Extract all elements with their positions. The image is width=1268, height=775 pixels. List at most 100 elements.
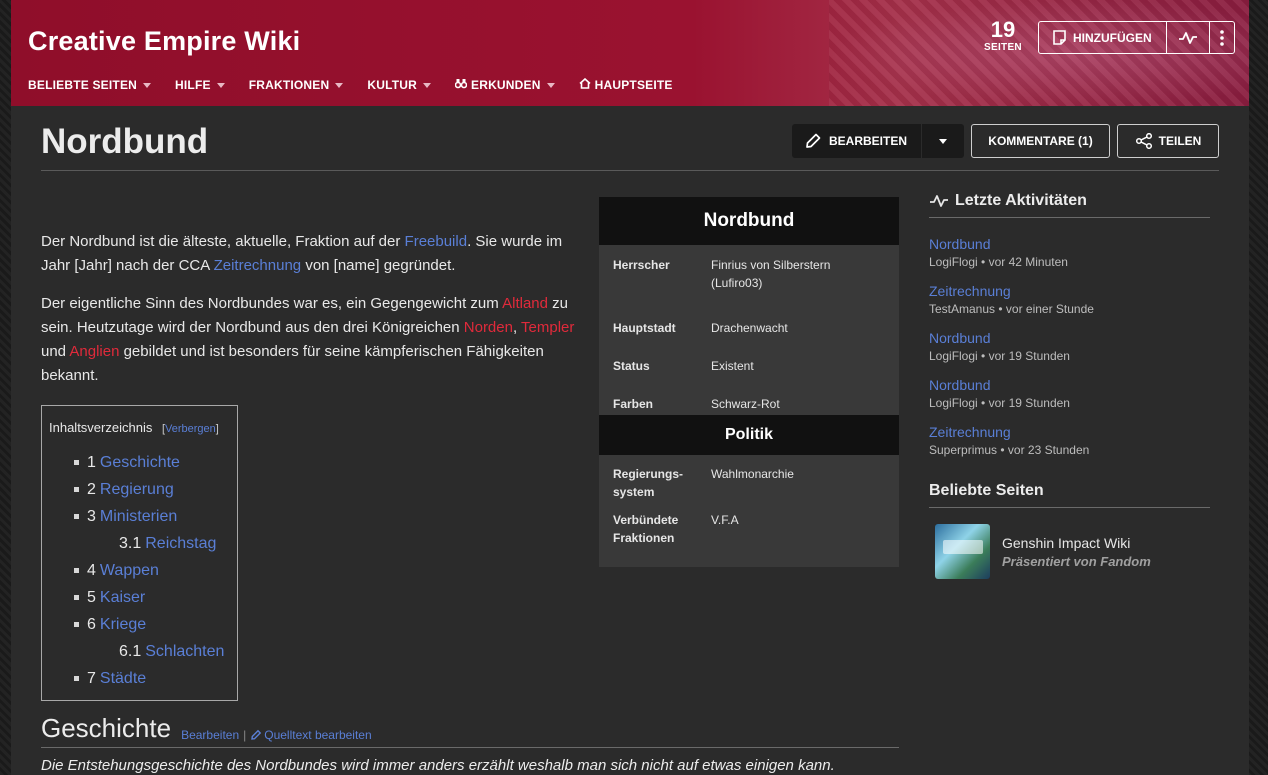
infobox-row: Verbündete Fraktionen V.F.A (599, 511, 899, 547)
activity-link[interactable]: Zeitrechnung (929, 424, 1210, 441)
main-nav: BELIEBTE SEITEN HILFE FRAKTIONEN KULTUR … (28, 77, 697, 92)
toc-number: 4 (87, 561, 96, 579)
site-title[interactable]: Creative Empire Wiki (28, 26, 300, 57)
popular-pages-title: Beliebte Seiten (929, 482, 1044, 499)
bullet-icon (74, 514, 79, 519)
activity-link[interactable]: Nordbund (929, 377, 1210, 394)
content-panel: Nordbund BEARBEITEN KOMMENTARE (1) TEILE… (11, 106, 1249, 775)
chevron-down-icon (939, 138, 947, 144)
section-edit-link[interactable]: Bearbeiten (181, 728, 239, 742)
text: Der Nordbund ist die älteste, aktuelle, … (41, 233, 405, 250)
comments-label: KOMMENTARE (1) (988, 134, 1093, 148)
redlink-templer[interactable]: Templer (521, 319, 574, 336)
infobox-value: Finrius von Silberstern (Lufiro03) (711, 258, 831, 290)
activity-link[interactable]: Nordbund (929, 330, 1210, 347)
toc-number: 3 (87, 507, 96, 525)
infobox: Nordbund Herrscher Finrius von Silberste… (599, 197, 899, 567)
title-divider (41, 170, 1219, 171)
redlink-anglien[interactable]: Anglien (69, 343, 119, 360)
popular-thumbnail[interactable] (935, 524, 990, 579)
edit-button[interactable]: BEARBEITEN (792, 124, 922, 158)
link-zeitrechnung[interactable]: Zeitrechnung (214, 257, 302, 274)
nav-label: HAUPTSEITE (594, 78, 673, 92)
table-of-contents: Inhaltsverzeichnis [Verbergen] 1 Geschich… (41, 405, 238, 701)
toc-link[interactable]: Ministerien (100, 508, 177, 526)
pages-count-label: SEITEN (984, 42, 1022, 53)
toc-link[interactable]: Städte (100, 670, 146, 688)
activity-item: Nordbund LogiFlogi • vor 42 Minuten (929, 236, 1210, 271)
toc-number: 7 (87, 669, 96, 687)
chevron-down-icon (216, 82, 225, 88)
toc-number: 2 (87, 480, 96, 498)
nav-kultur[interactable]: KULTUR (367, 78, 431, 92)
toc-item[interactable]: 6 Kriege (42, 611, 237, 638)
pages-counter[interactable]: 19 SEITEN (981, 18, 1025, 54)
source-edit-link[interactable]: Quelltext bearbeiten (250, 728, 372, 742)
toc-title: Inhaltsverzeichnis (49, 420, 153, 435)
article-paragraph: Der eigentliche Sinn des Nordbundes war … (41, 292, 586, 388)
toc-item[interactable]: 3 Ministerien (42, 503, 237, 530)
recent-activity-title: Letzte Aktivitäten (955, 192, 1087, 209)
toc-toggle[interactable]: [Verbergen] (162, 423, 219, 435)
nav-erkunden[interactable]: ERKUNDEN (454, 78, 555, 92)
toc-link[interactable]: Regierung (100, 481, 174, 499)
toc-link[interactable]: Kaiser (100, 589, 145, 607)
toc-item[interactable]: 5 Kaiser (42, 584, 237, 611)
activity-meta: LogiFlogi • vor 19 Stunden (929, 349, 1070, 363)
nav-hauptseite[interactable]: HAUPTSEITE (579, 77, 673, 92)
share-button[interactable]: TEILEN (1117, 124, 1219, 158)
edit-button-group: BEARBEITEN (792, 124, 964, 158)
infobox-value: Schwarz-Rot (711, 397, 780, 411)
edit-label: BEARBEITEN (829, 134, 908, 148)
more-button[interactable] (1208, 22, 1234, 53)
infobox-key: Verbündete Fraktionen (613, 513, 679, 545)
redlink-altland[interactable]: Altland (502, 295, 548, 312)
toc-subitem[interactable]: 6.1 Schlachten (42, 638, 237, 665)
article-body: Der Nordbund ist die älteste, aktuelle, … (41, 230, 586, 402)
toc-link[interactable]: Reichstag (145, 535, 216, 553)
link-freebuild[interactable]: Freebuild (405, 233, 468, 250)
toc-list: 1 Geschichte 2 Regierung 3 Ministerien 3.1 R… (42, 449, 237, 692)
bullet-icon (74, 487, 79, 492)
comments-button[interactable]: KOMMENTARE (1) (971, 124, 1110, 158)
toc-item[interactable]: 7 Städte (42, 665, 237, 692)
activity-button[interactable] (1165, 22, 1209, 53)
add-page-icon (1053, 30, 1066, 45)
activity-link[interactable]: Zeitrechnung (929, 283, 1210, 300)
activity-link[interactable]: Nordbund (929, 236, 1210, 253)
bullet-icon (74, 622, 79, 627)
activity-item: Nordbund LogiFlogi • vor 19 Stunden (929, 377, 1210, 412)
toc-link[interactable]: Wappen (100, 562, 159, 580)
toc-header: Inhaltsverzeichnis [Verbergen] (49, 420, 219, 435)
bullet-icon (74, 676, 79, 681)
bracket: ] (215, 423, 219, 435)
nav-label: KULTUR (367, 78, 417, 92)
toc-toggle-label[interactable]: Verbergen (165, 423, 216, 435)
toc-item[interactable]: 4 Wappen (42, 557, 237, 584)
popular-item-subtitle: Präsentiert von Fandom (1002, 553, 1151, 569)
popular-item[interactable]: Genshin Impact Wiki Präsentiert von Fand… (929, 524, 1210, 579)
toc-link[interactable]: Geschichte (100, 454, 180, 472)
toc-item[interactable]: 2 Regierung (42, 476, 237, 503)
toc-link[interactable]: Schlachten (145, 643, 224, 661)
nav-fraktionen[interactable]: FRAKTIONEN (249, 78, 344, 92)
infobox-key: Farben (613, 397, 654, 411)
edit-dropdown-button[interactable] (922, 124, 964, 158)
add-page-button[interactable]: HINZUFÜGEN (1039, 22, 1166, 53)
activity-icon (1178, 31, 1198, 45)
toc-item[interactable]: 1 Geschichte (42, 449, 237, 476)
toc-number: 1 (87, 453, 96, 471)
toc-link[interactable]: Kriege (100, 616, 146, 634)
infobox-row: Hauptstadt Drachenwacht (599, 311, 899, 349)
pencil-icon (804, 132, 822, 150)
nav-beliebte-seiten[interactable]: BELIEBTE SEITEN (28, 78, 152, 92)
bullet-icon (74, 595, 79, 600)
separator: | (243, 728, 247, 742)
popular-item-title[interactable]: Genshin Impact Wiki (1002, 533, 1151, 553)
activity-item: Zeitrechnung Superprimus • vor 23 Stunde… (929, 424, 1210, 459)
infobox-row: Status Existent (599, 349, 899, 387)
redlink-norden[interactable]: Norden (464, 319, 513, 336)
nav-label: HILFE (175, 78, 211, 92)
toc-subitem[interactable]: 3.1 Reichstag (42, 530, 237, 557)
nav-hilfe[interactable]: HILFE (175, 78, 225, 92)
